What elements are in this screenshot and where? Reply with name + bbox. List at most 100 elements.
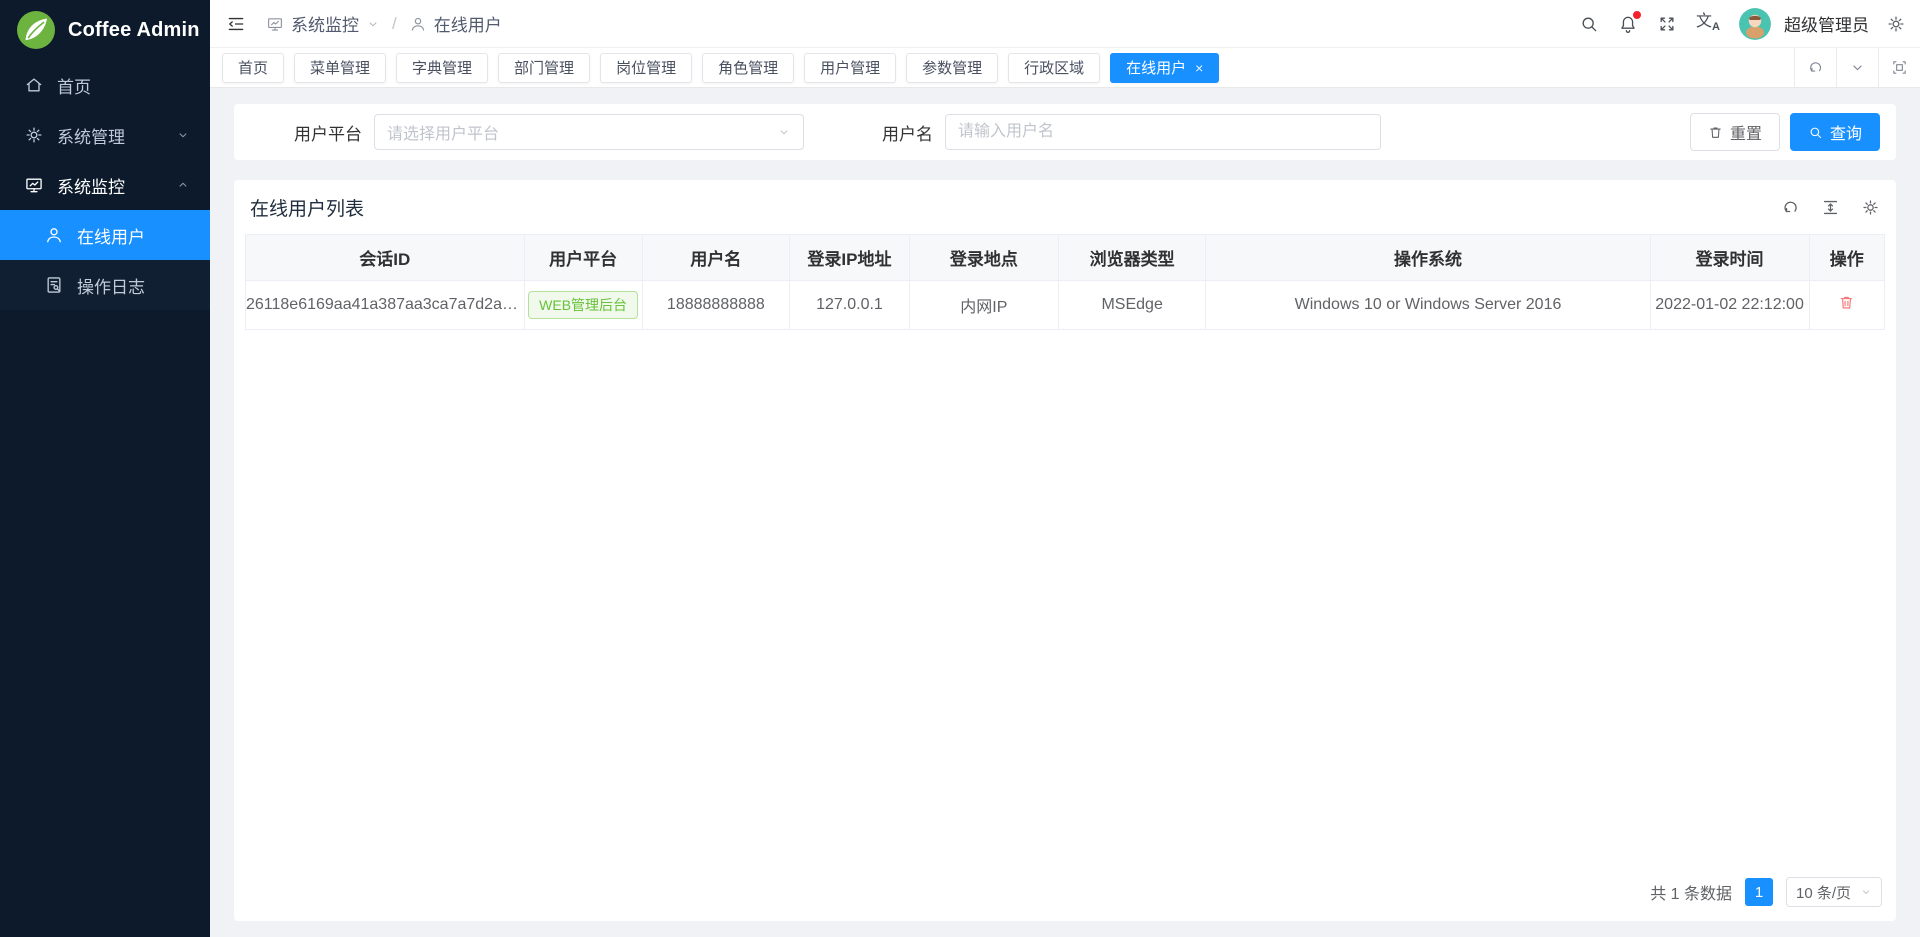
tab-bar: 首页 菜单管理 字典管理 部门管理 岗位管理 角色管理 用户管理 参数管理 行政… [210, 48, 1920, 88]
main-area: 系统监控 / 在线用户 [210, 0, 1920, 937]
col-login-location: 登录地点 [909, 235, 1058, 281]
page-size-value: 10 条/页 [1796, 882, 1851, 903]
user-icon [44, 225, 64, 245]
username-input[interactable] [945, 114, 1381, 150]
user-icon [409, 15, 427, 33]
reset-button[interactable]: 重置 [1690, 113, 1780, 151]
maximize-view-button[interactable] [1878, 48, 1920, 87]
breadcrumb-section-label: 系统监控 [291, 11, 359, 36]
monitor-icon [24, 175, 44, 195]
query-button[interactable]: 查询 [1790, 113, 1880, 151]
breadcrumb-section[interactable]: 系统监控 [266, 11, 380, 36]
spacer [234, 330, 1896, 877]
col-browser: 浏览器类型 [1058, 235, 1206, 281]
refresh-icon[interactable] [1781, 198, 1800, 217]
card-header: 在线用户列表 [234, 180, 1896, 234]
tabs-menu-button[interactable] [1836, 48, 1878, 87]
cell-login-time: 2022-01-02 22:12:00 [1650, 281, 1809, 330]
sidebar-item-system-monitor[interactable]: 系统监控 [0, 160, 210, 210]
col-actions: 操作 [1809, 235, 1884, 281]
card-tools [1781, 198, 1880, 217]
tab-online-users[interactable]: 在线用户 × [1110, 53, 1219, 83]
cell-login-ip: 127.0.0.1 [790, 281, 910, 330]
monitor-icon [266, 15, 284, 33]
close-icon[interactable]: × [1195, 61, 1203, 75]
refresh-tabs-button[interactable] [1794, 48, 1836, 87]
tabs: 首页 菜单管理 字典管理 部门管理 岗位管理 角色管理 用户管理 参数管理 行政… [222, 53, 1219, 83]
sidebar-item-label: 操作日志 [77, 273, 190, 298]
page-button-1[interactable]: 1 [1745, 878, 1773, 906]
reset-button-label: 重置 [1730, 120, 1762, 144]
col-platform: 用户平台 [524, 235, 642, 281]
tab-dept-management[interactable]: 部门管理 [498, 53, 590, 83]
tab-home[interactable]: 首页 [222, 53, 284, 83]
row-height-icon[interactable] [1821, 198, 1840, 217]
tab-label: 在线用户 [1126, 57, 1186, 78]
sidebar-item-operation-logs[interactable]: 操作日志 [0, 260, 210, 310]
online-users-card: 在线用户列表 [234, 180, 1896, 921]
logo[interactable]: Coffee Admin [0, 0, 210, 60]
col-login-time: 登录时间 [1650, 235, 1809, 281]
col-session-id: 会话ID [246, 235, 525, 281]
menu-fold-icon[interactable] [226, 14, 246, 34]
refresh-icon [1807, 59, 1824, 76]
gear-icon[interactable] [1886, 14, 1906, 34]
top-header: 系统监控 / 在线用户 [210, 0, 1920, 48]
log-icon [44, 275, 64, 295]
table-row: 26118e6169aa41a387aa3ca7a7d2a6be WEB管理后台… [246, 281, 1885, 330]
notification-dot [1633, 11, 1641, 19]
chevron-down-icon [1849, 59, 1866, 76]
translate-glyph-primary: 文 [1696, 14, 1712, 30]
translate-icon[interactable]: 文A [1696, 14, 1720, 33]
tab-param-management[interactable]: 参数管理 [906, 53, 998, 83]
table-header-row: 会话ID 用户平台 用户名 登录IP地址 登录地点 浏览器类型 操作系统 登录时… [246, 235, 1885, 281]
avatar[interactable] [1739, 8, 1771, 40]
search-icon[interactable] [1579, 14, 1599, 34]
fullscreen-icon[interactable] [1657, 14, 1677, 34]
notifications-button[interactable] [1618, 14, 1638, 34]
tab-menu-management[interactable]: 菜单管理 [294, 53, 386, 83]
chevron-down-icon [777, 125, 791, 139]
page-size-select[interactable]: 10 条/页 [1786, 877, 1882, 907]
sidebar-submenu: 在线用户 操作日志 [0, 210, 210, 310]
platform-select-placeholder: 请选择用户平台 [387, 120, 777, 144]
breadcrumb-page-label: 在线用户 [434, 11, 502, 36]
pagination: 共 1 条数据 1 10 条/页 [234, 877, 1896, 921]
pagination-total: 共 1 条数据 [1650, 880, 1732, 904]
cell-actions [1809, 281, 1884, 330]
tab-dict-management[interactable]: 字典管理 [396, 53, 488, 83]
chevron-up-icon [176, 178, 190, 192]
sidebar-item-system-management[interactable]: 系统管理 [0, 110, 210, 160]
sidebar-item-label: 系统管理 [57, 123, 163, 148]
app-root: Coffee Admin 首页 系统管理 [0, 0, 1920, 937]
avatar-image [1739, 8, 1771, 40]
sidebar-menu: 首页 系统管理 系统监控 [0, 60, 210, 310]
platform-select[interactable]: 请选择用户平台 [374, 114, 804, 150]
tab-role-management[interactable]: 角色管理 [702, 53, 794, 83]
chevron-down-icon [366, 17, 380, 31]
user-name[interactable]: 超级管理员 [1784, 11, 1869, 36]
card-title: 在线用户列表 [250, 194, 364, 221]
chevron-down-icon [176, 128, 190, 142]
cell-login-location: 内网IP [909, 281, 1058, 330]
app-title: Coffee Admin [68, 19, 200, 42]
sidebar-item-label: 系统监控 [57, 173, 163, 198]
maximize-icon [1891, 59, 1908, 76]
tab-admin-region[interactable]: 行政区域 [1008, 53, 1100, 83]
home-icon [24, 75, 44, 95]
sidebar-item-label: 首页 [57, 73, 190, 98]
gear-icon[interactable] [1861, 198, 1880, 217]
breadcrumb-page[interactable]: 在线用户 [409, 11, 502, 36]
platform-tag: WEB管理后台 [528, 291, 638, 319]
chevron-down-icon [1860, 886, 1872, 898]
header-actions: 文A 超级管理员 [1579, 8, 1906, 40]
query-button-label: 查询 [1830, 120, 1862, 144]
sidebar-item-home[interactable]: 首页 [0, 60, 210, 110]
tab-post-management[interactable]: 岗位管理 [600, 53, 692, 83]
username-label: 用户名 [882, 120, 933, 145]
tab-user-management[interactable]: 用户管理 [804, 53, 896, 83]
platform-label: 用户平台 [294, 120, 362, 145]
delete-session-button[interactable] [1838, 294, 1855, 311]
breadcrumb: 系统监控 / 在线用户 [266, 11, 502, 36]
sidebar-item-online-users[interactable]: 在线用户 [0, 210, 210, 260]
